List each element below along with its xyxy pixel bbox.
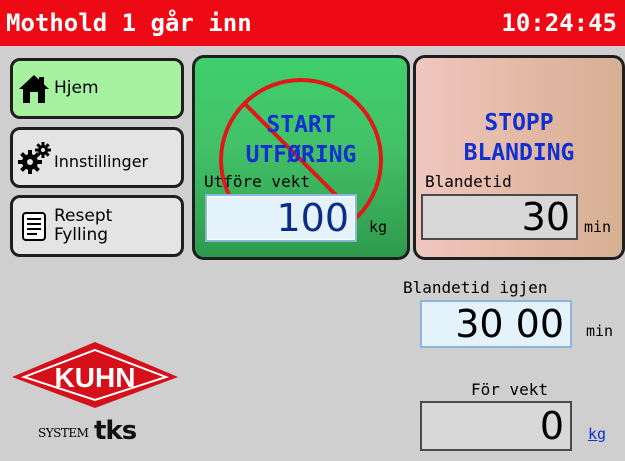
- start-dispense-button[interactable]: START UTFØRING Utföre vekt 100 kg: [192, 55, 410, 260]
- settings-label: Innstillinger: [54, 152, 149, 171]
- recipe-label-line2: Fylling: [54, 225, 109, 245]
- mix-time-label: Blandetid: [425, 172, 512, 191]
- feed-weight-value: 0: [420, 401, 572, 451]
- recipe-label-line1: Resept: [54, 206, 113, 226]
- remaining-time-input[interactable]: 30 00: [420, 300, 572, 348]
- screen-title: Mothold 1 går inn: [6, 9, 252, 37]
- feed-weight-unit-link[interactable]: kg: [588, 425, 606, 443]
- settings-button[interactable]: Innstillinger: [10, 127, 184, 188]
- kuhn-wordmark: KUHN: [55, 362, 136, 393]
- dispense-weight-input[interactable]: 100: [205, 194, 357, 242]
- clock: 10:24:45: [501, 9, 617, 37]
- remaining-time-unit: min: [586, 322, 614, 340]
- gears-icon: [18, 141, 51, 174]
- house-icon: [19, 74, 49, 103]
- dispense-weight-unit: kg: [369, 218, 388, 236]
- recipe-fill-button[interactable]: Resept Fylling: [10, 195, 184, 257]
- mix-time-unit: min: [584, 218, 612, 236]
- document-icon: [22, 212, 46, 241]
- recipe-label: Resept Fylling: [54, 207, 112, 245]
- tks-wordmark: tks: [94, 416, 137, 446]
- home-label: Hjem: [54, 78, 99, 98]
- system-wordmark: SYSTEM: [38, 426, 89, 440]
- stop-mixing-button[interactable]: STOPP BLANDING Blandetid 30 min: [413, 55, 625, 260]
- mix-time-value: 30: [421, 194, 578, 240]
- start-dispense-label: START UTFØRING: [245, 112, 357, 168]
- dispense-weight-label: Utföre vekt: [204, 172, 310, 191]
- kuhn-logo: KUHN: [12, 342, 178, 408]
- home-button[interactable]: Hjem: [10, 58, 184, 119]
- title-bar: Mothold 1 går inn 10:24:45: [0, 0, 625, 46]
- stop-mixing-label: STOPP BLANDING: [463, 110, 575, 166]
- remaining-time-label: Blandetid igjen: [403, 278, 548, 297]
- feed-weight-label: För vekt: [471, 380, 549, 399]
